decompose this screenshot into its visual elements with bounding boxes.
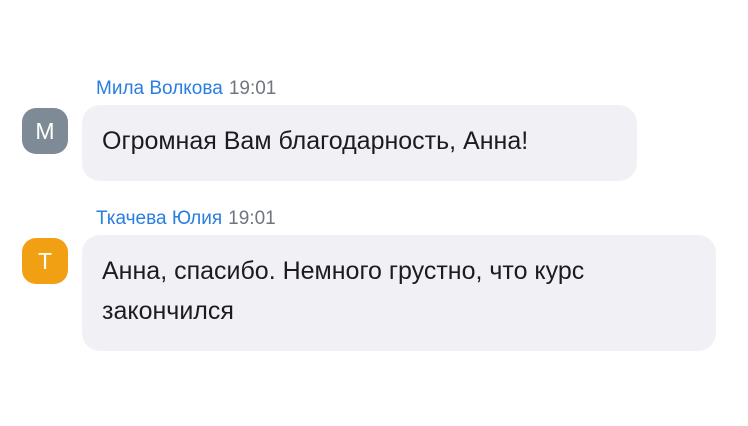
message-header: Мила Волкова 19:01 (96, 77, 276, 101)
message-time: 19:01 (228, 78, 277, 99)
avatar[interactable]: М (22, 108, 68, 154)
message-header: Ткачева Юлия 19:01 (96, 207, 276, 231)
author-name[interactable]: Ткачева Юлия (96, 208, 222, 229)
author-name[interactable]: Мила Волкова (96, 78, 223, 99)
message-bubble: Огромная Вам благодарность, Анна! (82, 105, 637, 181)
message-bubble: Анна, спасибо. Немного грустно, что курс… (82, 235, 716, 351)
message-text: Огромная Вам благодарность, Анна! (102, 127, 529, 155)
avatar[interactable]: Т (22, 238, 68, 284)
chat-screen: { "messages": [ { "author": "Мила Волков… (0, 0, 748, 426)
message-time: 19:01 (228, 208, 276, 229)
message-text-line: Анна, спасибо. Немного грустно, что курс (102, 257, 585, 285)
message-text-line: закончился (102, 297, 234, 325)
